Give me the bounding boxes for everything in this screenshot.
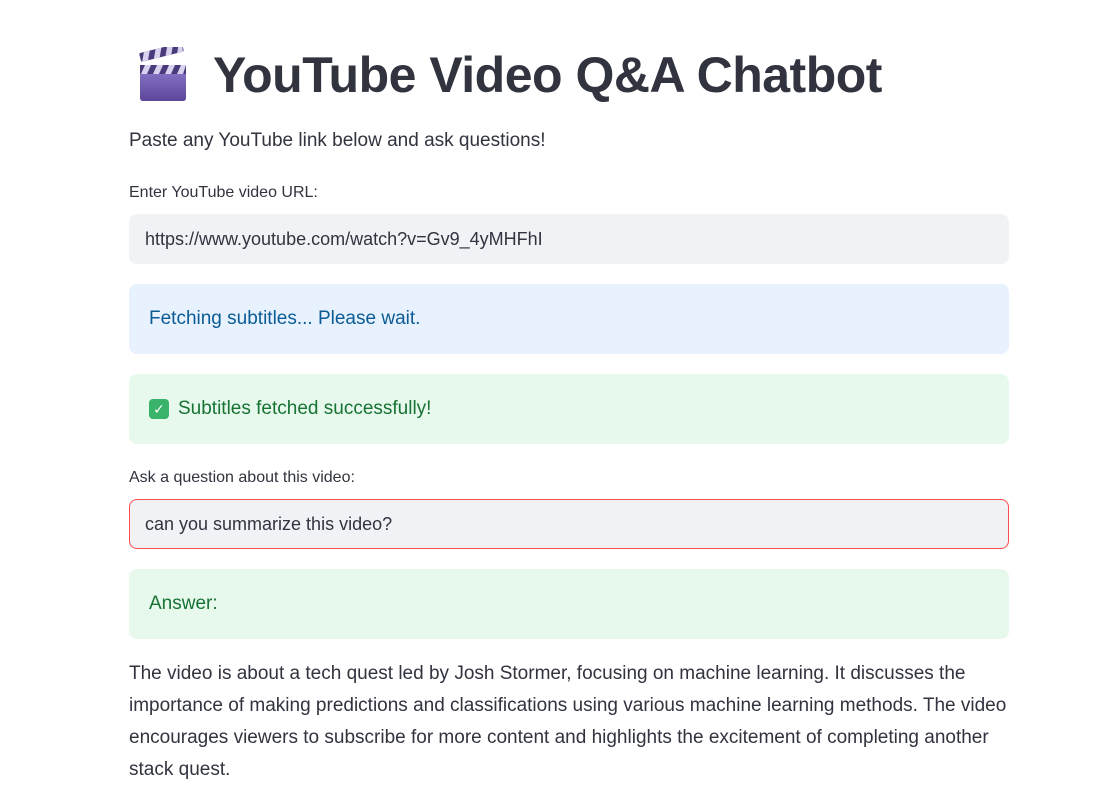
answer-text: The video is about a tech quest led by J…: [129, 663, 1007, 780]
youtube-url-input[interactable]: [129, 214, 1009, 264]
info-alert-text: Fetching subtitles... Please wait.: [149, 308, 421, 329]
clapperboard-icon: [137, 42, 189, 103]
question-input[interactable]: [129, 499, 1009, 549]
answer-alert: Answer:: [129, 569, 1009, 639]
title-row: YouTube Video Q&A Chatbot: [137, 40, 882, 110]
page-subtitle: Paste any YouTube link below and ask que…: [129, 130, 546, 151]
info-alert: Fetching subtitles... Please wait.: [129, 284, 1009, 354]
success-alert-text: Subtitles fetched successfully!: [178, 398, 432, 419]
question-field-label: Ask a question about this video:: [129, 469, 355, 486]
success-alert: ✓ Subtitles fetched successfully!: [129, 374, 1009, 444]
check-mark-icon: ✓: [149, 399, 169, 419]
answer-heading: Answer:: [149, 593, 218, 614]
page-title: YouTube Video Q&A Chatbot: [213, 47, 882, 103]
url-field-label: Enter YouTube video URL:: [129, 184, 318, 201]
